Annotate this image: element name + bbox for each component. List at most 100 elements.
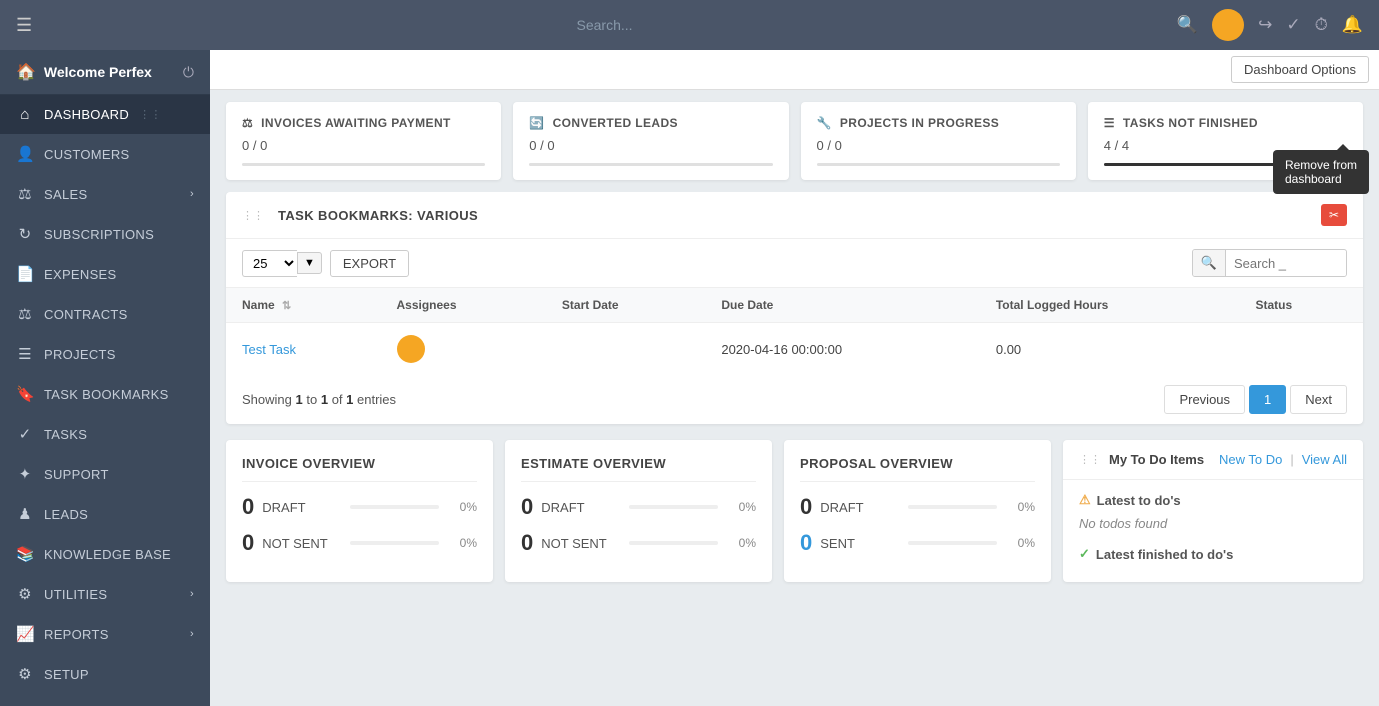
remove-section-button[interactable]: ✂ xyxy=(1321,204,1347,226)
bell-icon[interactable]: 🔔 xyxy=(1342,15,1363,35)
estimate-draft-row: 0 DRAFT 0% xyxy=(521,494,756,520)
cell-status xyxy=(1239,323,1363,376)
stat-invoices-value: 0 / 0 xyxy=(242,138,485,153)
invoice-notsent-pct: 0% xyxy=(447,536,477,550)
arrow-icon: › xyxy=(190,588,194,600)
page-1-button[interactable]: 1 xyxy=(1249,385,1286,414)
tasks-icon: ✓ xyxy=(16,425,34,443)
estimate-notsent-bar-wrap xyxy=(629,541,718,545)
todo-card: ⋮⋮ My To Do Items New To Do | View All ⚠… xyxy=(1063,440,1363,582)
todo-body: ⚠ Latest to do's No todos found ✓ Latest… xyxy=(1063,480,1363,582)
remove-tooltip: Remove fromdashboard xyxy=(1273,150,1369,194)
power-icon[interactable]: ⏻ xyxy=(183,64,194,81)
estimate-draft-count: 0 xyxy=(521,494,533,520)
todo-drag-handle[interactable]: ⋮⋮ xyxy=(1079,453,1101,466)
stat-leads: 🔄 CONVERTED LEADS 0 / 0 xyxy=(513,102,788,180)
sidebar-item-leads[interactable]: ♟ LEADS xyxy=(0,494,210,534)
view-all-link[interactable]: View All xyxy=(1302,452,1347,467)
pagination-buttons: Previous 1 Next xyxy=(1164,385,1347,414)
proposal-sent-bar-wrap xyxy=(908,541,997,545)
table-row: Test Task 2020-04-16 00:00:00 0.00 xyxy=(226,323,1363,376)
cell-assignees xyxy=(381,323,546,376)
check-icon[interactable]: ✓ xyxy=(1286,15,1300,35)
task-bookmarks-section: ⋮⋮ TASK BOOKMARKS: VARIOUS ✂ 25 50 100 ▼… xyxy=(226,192,1363,424)
section-drag-handle[interactable]: ⋮⋮ xyxy=(242,209,264,222)
dashboard-options-button[interactable]: Dashboard Options xyxy=(1231,56,1369,83)
cell-due-date: 2020-04-16 00:00:00 xyxy=(705,323,980,376)
stat-invoices-title: ⚖ INVOICES AWAITING PAYMENT xyxy=(242,116,485,130)
sidebar-item-expenses[interactable]: 📄 EXPENSES xyxy=(0,254,210,294)
invoice-draft-pct: 0% xyxy=(447,500,477,514)
next-page-button[interactable]: Next xyxy=(1290,385,1347,414)
invoice-notsent-label: NOT SENT xyxy=(262,536,342,551)
sidebar-item-projects[interactable]: ☰ PROJECTS xyxy=(0,334,210,374)
sidebar-item-contracts[interactable]: ⚖ CONTRACTS xyxy=(0,294,210,334)
tasks-stat-icon: ☰ xyxy=(1104,116,1115,130)
invoices-icon: ⚖ xyxy=(242,116,253,130)
sidebar-header: 🏠 Welcome Perfex ⏻ xyxy=(0,50,210,95)
warning-icon: ⚠ xyxy=(1079,492,1091,508)
sidebar-item-tasks[interactable]: ✓ TASKS xyxy=(0,414,210,454)
search-icon[interactable]: 🔍 xyxy=(1177,15,1198,35)
stat-tasks-title: ☰ TASKS NOT FINISHED xyxy=(1104,116,1347,130)
col-due-date: Due Date xyxy=(705,288,980,323)
section-header: ⋮⋮ TASK BOOKMARKS: VARIOUS ✂ xyxy=(226,192,1363,239)
sidebar-item-customers[interactable]: 👤 CUSTOMERS xyxy=(0,134,210,174)
new-todo-link[interactable]: New To Do xyxy=(1219,452,1282,467)
bookmarks-icon: 🔖 xyxy=(16,385,34,403)
proposal-overview-title: PROPOSAL OVERVIEW xyxy=(800,456,1035,482)
sidebar-item-utilities[interactable]: ⚙ UTILITIES › xyxy=(0,574,210,614)
table-search-input[interactable] xyxy=(1226,251,1346,276)
sidebar-item-sales[interactable]: ⚖ SALES › xyxy=(0,174,210,214)
sidebar-item-dashboard[interactable]: ⌂ DASHBOARD ⋮⋮ xyxy=(0,95,210,134)
col-assignees: Assignees xyxy=(381,288,546,323)
arrow-icon: › xyxy=(190,628,194,640)
search-input[interactable] xyxy=(455,17,755,33)
proposal-sent-pct: 0% xyxy=(1005,536,1035,550)
menu-icon[interactable]: ☰ xyxy=(16,15,32,36)
per-page-dropdown[interactable]: 25 50 100 xyxy=(242,250,297,277)
sidebar-item-subscriptions[interactable]: ↻ SUBSCRIPTIONS xyxy=(0,214,210,254)
table-search-icon: 🔍 xyxy=(1193,250,1226,276)
sidebar-item-reports[interactable]: 📈 REPORTS › xyxy=(0,614,210,654)
proposal-sent-count: 0 xyxy=(800,530,812,556)
stat-leads-title: 🔄 CONVERTED LEADS xyxy=(529,116,772,130)
share-icon[interactable]: ↪ xyxy=(1258,15,1272,35)
stat-leads-value: 0 / 0 xyxy=(529,138,772,153)
col-logged-hours: Total Logged Hours xyxy=(980,288,1240,323)
sidebar-item-support[interactable]: ✦ SUPPORT xyxy=(0,454,210,494)
invoice-draft-count: 0 xyxy=(242,494,254,520)
task-name-link[interactable]: Test Task xyxy=(242,342,296,357)
projects-stat-icon: 🔧 xyxy=(817,116,832,130)
invoice-overview: INVOICE OVERVIEW 0 DRAFT 0% 0 NOT SENT 0… xyxy=(226,440,493,582)
reports-icon: 📈 xyxy=(16,625,34,643)
dashboard-icon: ⌂ xyxy=(16,106,34,123)
knowledge-icon: 📚 xyxy=(16,545,34,563)
utilities-icon: ⚙ xyxy=(16,585,34,603)
topnav-icons: 🔍 ↪ ✓ ⏱ 🔔 xyxy=(1177,9,1363,41)
proposal-sent-row: 0 SENT 0% xyxy=(800,530,1035,556)
arrow-icon: › xyxy=(190,188,194,200)
avatar[interactable] xyxy=(1212,9,1244,41)
home-icon: 🏠 xyxy=(16,62,36,82)
invoice-notsent-bar-wrap xyxy=(350,541,439,545)
showing-text: Showing 1 to 1 of 1 entries xyxy=(242,392,396,407)
sidebar-item-setup[interactable]: ⚙ SETUP xyxy=(0,654,210,694)
estimate-draft-bar-wrap xyxy=(629,505,718,509)
cell-logged-hours: 0.00 xyxy=(980,323,1240,376)
dropdown-arrow[interactable]: ▼ xyxy=(297,252,322,274)
sort-icon[interactable]: ⇅ xyxy=(282,300,291,312)
previous-page-button[interactable]: Previous xyxy=(1164,385,1245,414)
sidebar-item-task-bookmarks[interactable]: 🔖 TASK BOOKMARKS xyxy=(0,374,210,414)
export-button[interactable]: EXPORT xyxy=(330,250,409,277)
task-table: Name ⇅ Assignees Start Date Due Date Tot… xyxy=(226,287,1363,375)
invoice-draft-row: 0 DRAFT 0% xyxy=(242,494,477,520)
sidebar-item-knowledge-base[interactable]: 📚 KNOWLEDGE BASE xyxy=(0,534,210,574)
clock-icon[interactable]: ⏱ xyxy=(1315,15,1328,35)
sidebar-welcome: 🏠 Welcome Perfex xyxy=(16,62,152,82)
proposal-overview: PROPOSAL OVERVIEW 0 DRAFT 0% 0 SENT 0% xyxy=(784,440,1051,582)
drag-handle: ⋮⋮ xyxy=(139,108,162,121)
customers-icon: 👤 xyxy=(16,145,34,163)
bottom-row: INVOICE OVERVIEW 0 DRAFT 0% 0 NOT SENT 0… xyxy=(210,440,1379,598)
stat-projects-bar xyxy=(817,163,1060,166)
